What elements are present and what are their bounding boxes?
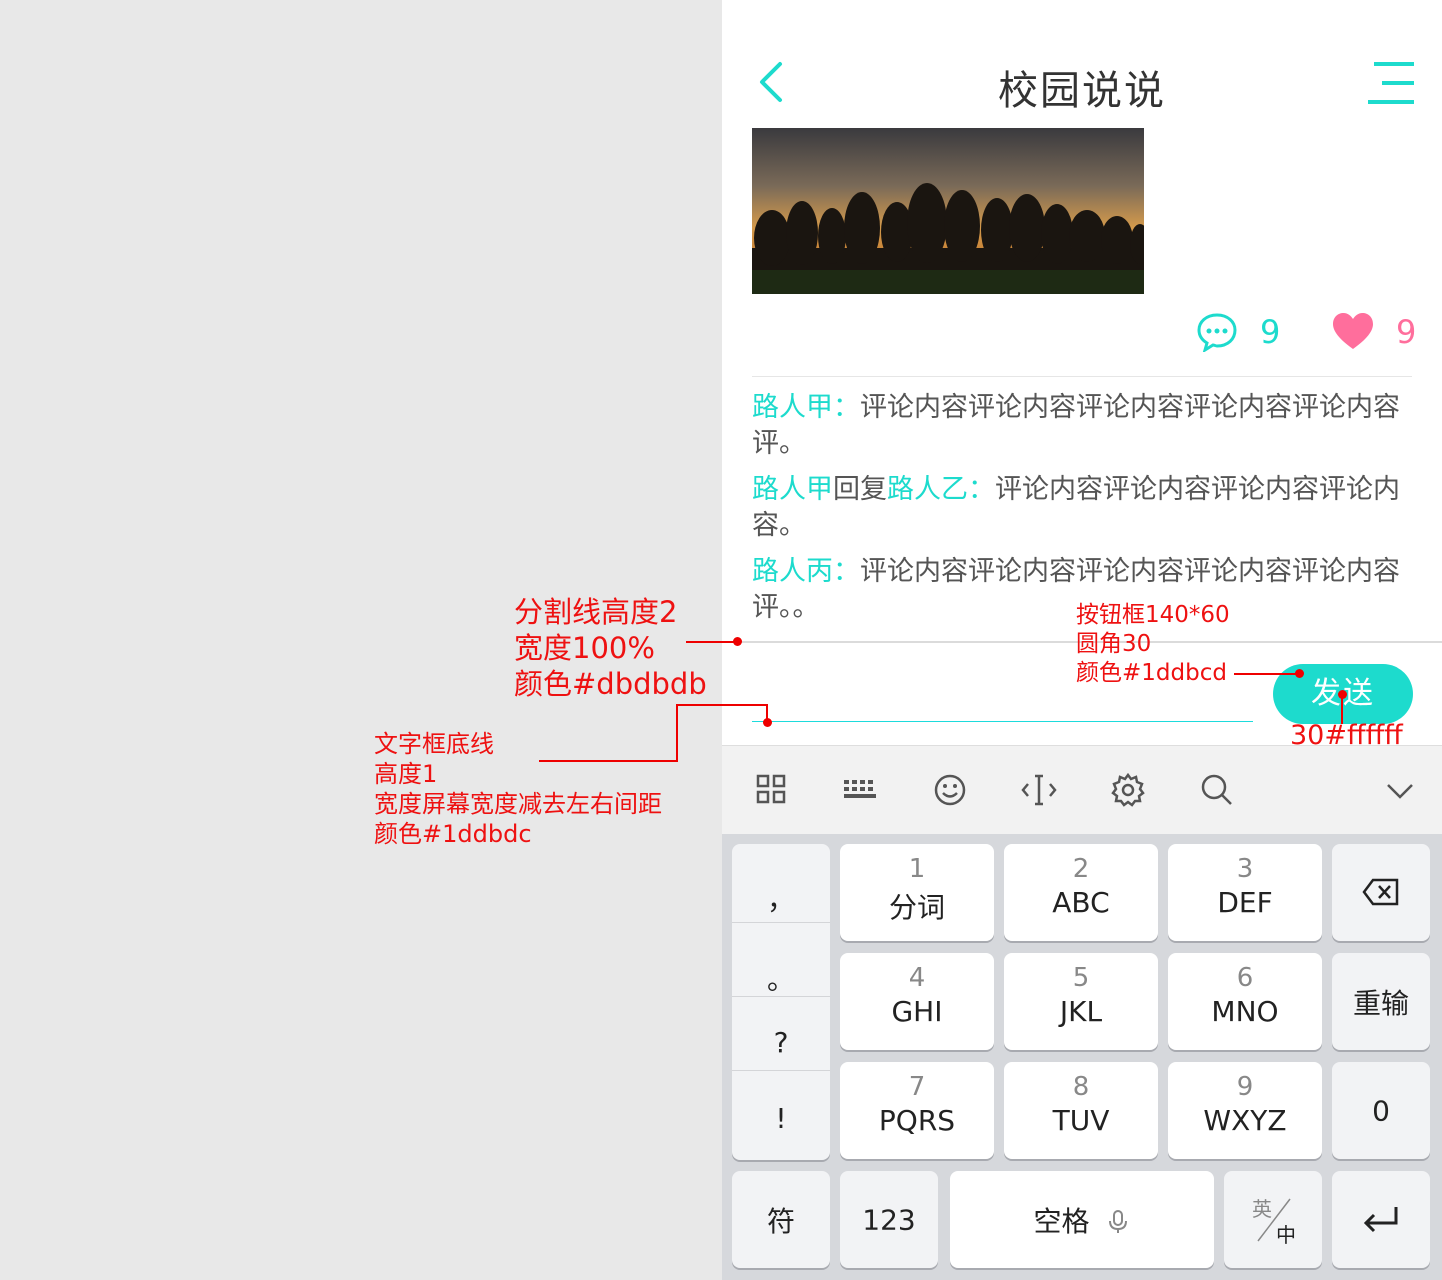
language-switch-key[interactable]: 英 中 [1224, 1171, 1322, 1268]
annotation-pointer [676, 704, 678, 762]
comment-input-underline[interactable] [752, 721, 1253, 722]
comment-count[interactable]: 9 [1196, 312, 1280, 352]
key-1[interactable]: 1 分词 [840, 844, 994, 941]
like-count-value: 9 [1396, 313, 1417, 351]
backspace-icon [1362, 878, 1399, 906]
annotation-pointer [676, 704, 768, 706]
key-8[interactable]: 8 TUV [1004, 1062, 1158, 1159]
reply-word: 回复 [833, 474, 887, 505]
post-image[interactable] [752, 128, 1144, 294]
key-period[interactable]: 。 [732, 958, 830, 998]
keyboard-toolbar [722, 745, 1442, 834]
chevron-down-icon[interactable] [1380, 770, 1420, 810]
key-7[interactable]: 7 PQRS [840, 1062, 994, 1159]
microphone-icon [1109, 1209, 1128, 1233]
reply-target-name[interactable]: 路人乙 [887, 474, 968, 505]
annotation-dot [763, 718, 772, 727]
reenter-key[interactable]: 重输 [1332, 953, 1430, 1050]
button-annotation: 按钮框140*60 圆角30 颜色#1ddbcd [1076, 602, 1230, 686]
annotation-pointer [1234, 673, 1300, 675]
annotation-dot [1295, 669, 1304, 678]
key-question[interactable]: ? [732, 1026, 830, 1059]
menu-icon[interactable] [1368, 60, 1414, 106]
page-title: 校园说说 [998, 68, 1166, 114]
annotation-pointer [686, 641, 738, 643]
list-item: 路人甲：评论内容评论内容评论内容评论内容评论内容评。 [752, 392, 1400, 459]
key-5[interactable]: 5 JKL [1004, 953, 1158, 1050]
like-count[interactable]: 9 [1332, 312, 1416, 352]
apps-grid-icon[interactable] [752, 770, 792, 810]
annotation-pointer [539, 760, 678, 762]
key-6[interactable]: 6 MNO [1168, 953, 1322, 1050]
keyboard-layout-icon[interactable] [840, 770, 880, 810]
key-3[interactable]: 3 DEF [1168, 844, 1322, 941]
comments-top-divider [752, 376, 1412, 377]
commenter-name[interactable]: 路人丙 [752, 556, 833, 587]
symbol-key[interactable]: 符 [732, 1171, 830, 1268]
backspace-key[interactable] [1332, 844, 1430, 941]
heart-icon [1333, 313, 1373, 349]
space-key[interactable]: 空格 [950, 1171, 1214, 1268]
keyboard: ， 。 ? ! 1 分词 2 ABC 3 DEF 4 GHI 5 JKL 6 MNO 重输 … [722, 834, 1442, 1280]
comment-bubble-icon [1197, 313, 1237, 352]
enter-key[interactable] [1332, 1171, 1430, 1268]
search-icon[interactable] [1197, 770, 1237, 810]
enter-arrow-icon [1363, 1207, 1398, 1233]
number-mode-key[interactable]: 123 [840, 1171, 938, 1268]
key-0[interactable]: 0 [1332, 1062, 1430, 1159]
input-line-annotation: 文字框底线 高度1 宽度屏幕宽度减去左右间距 颜色#1ddbdc [374, 730, 662, 848]
annotation-dot [733, 637, 742, 646]
punctuation-column[interactable]: ， 。 ? ! [732, 844, 830, 1160]
list-item: 路人甲回复路人乙：评论内容评论内容评论内容评论内容。 [752, 474, 1400, 541]
key-4[interactable]: 4 GHI [840, 953, 994, 1050]
key-exclamation[interactable]: ! [732, 1102, 830, 1135]
cursor-move-icon[interactable] [1019, 770, 1059, 810]
emoji-icon[interactable] [930, 770, 970, 810]
commenter-name[interactable]: 路人甲 [752, 474, 833, 505]
button-text-annotation: 30#ffffff [1290, 720, 1403, 751]
key-9[interactable]: 9 WXYZ [1168, 1062, 1322, 1159]
key-comma[interactable]: ， [732, 878, 830, 918]
divider-annotation: 分割线高度2 宽度100% 颜色#dbdbdb [514, 595, 707, 701]
comment-list: 路人甲：评论内容评论内容评论内容评论内容评论内容评。 路人甲回复路人乙：评论内容… [752, 390, 1416, 636]
commenter-name[interactable]: 路人甲 [752, 392, 833, 423]
key-2[interactable]: 2 ABC [1004, 844, 1158, 941]
comment-count-value: 9 [1260, 313, 1281, 351]
settings-gear-icon[interactable] [1108, 770, 1148, 810]
